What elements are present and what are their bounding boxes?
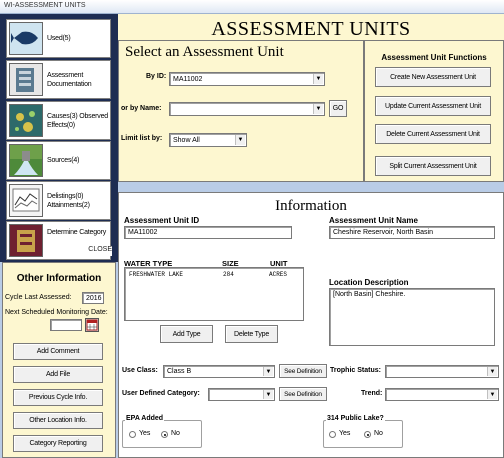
previous-cycle-info-button[interactable]: Previous Cycle Info. <box>13 389 103 406</box>
trophic-status-select[interactable]: ▼ <box>385 365 499 378</box>
limit-list-value: Show All <box>173 136 200 144</box>
add-file-button[interactable]: Add File <box>13 366 103 383</box>
select-unit-title: Select an Assessment Unit <box>125 44 284 60</box>
select-unit-panel: Select an Assessment Unit By ID: MA11002… <box>118 40 364 182</box>
epa-added-label: EPA Added <box>125 415 165 422</box>
chevron-down-icon[interactable]: ▼ <box>313 104 323 114</box>
page-title: ASSESSMENT UNITS <box>211 18 411 40</box>
next-monitoring-label: Next Scheduled Monitoring Date: <box>5 309 108 316</box>
use-class-select[interactable]: Class B ▼ <box>163 365 275 378</box>
update-unit-button[interactable]: Update Current Assessment Unit <box>375 96 491 116</box>
by-id-value: MA11002 <box>173 75 203 83</box>
au-name-field[interactable]: Cheshire Reservoir, North Basin <box>329 226 495 239</box>
by-id-label: By ID: <box>146 73 167 80</box>
other-information-title: Other Information <box>16 273 102 284</box>
other-location-info-button[interactable]: Other Location Info. <box>13 412 103 429</box>
chevron-down-icon[interactable]: ▼ <box>487 390 497 399</box>
sidebar-item-delistings[interactable]: Delistings(0) Attainments(2) <box>6 181 111 220</box>
public-lake-yes-radio[interactable] <box>329 431 336 438</box>
by-id-select[interactable]: MA11002 ▼ <box>169 72 325 86</box>
sidebar-item-causes[interactable]: Causes(3) Observed Effects(0) <box>6 101 111 140</box>
user-defined-category-label: User Defined Category: <box>122 390 200 397</box>
window-title: WI-ASSESSMENT UNITS <box>4 2 86 9</box>
sidebar-item-label: Sources(4) <box>47 157 80 164</box>
fish-icon <box>9 22 43 55</box>
document-stack-icon <box>9 63 43 96</box>
unit-cell: ACRES <box>269 271 288 278</box>
calendar-icon[interactable] <box>85 318 99 332</box>
cycle-last-assessed-label: Cycle Last Assessed: <box>5 294 72 301</box>
chart-paper-icon <box>9 184 43 217</box>
information-panel: Information Assessment Unit ID MA11002 A… <box>118 192 504 458</box>
cycle-last-assessed-field[interactable]: 2016 <box>82 292 104 304</box>
add-type-button[interactable]: Add Type <box>160 325 213 343</box>
category-reporting-button[interactable]: Category Reporting <box>13 435 103 452</box>
other-information-panel: Other Information Cycle Last Assessed: 2… <box>2 262 116 458</box>
table-row[interactable]: FRESHWATER LAKE 284 ACRES <box>125 270 303 280</box>
window-titlebar: WI-ASSESSMENT UNITS <box>0 0 504 14</box>
chevron-down-icon[interactable]: ▼ <box>263 367 273 376</box>
sidebar-nav: Used(5) Assessment Documentation Causes(… <box>0 14 118 262</box>
file-box-icon <box>9 224 43 257</box>
sidebar-item-used[interactable]: Used(5) <box>6 19 111 58</box>
chevron-down-icon[interactable]: ▼ <box>487 367 497 376</box>
location-description-label: Location Description <box>329 278 409 287</box>
au-id-field[interactable]: MA11002 <box>124 226 292 239</box>
limit-list-select[interactable]: Show All ▼ <box>169 133 247 147</box>
next-monitoring-field[interactable] <box>50 319 82 331</box>
public-lake-label: 314 Public Lake? <box>326 415 385 422</box>
trend-label: Trend: <box>361 390 383 397</box>
outfall-pipe-icon <box>9 144 43 177</box>
epa-added-no-label: No <box>171 430 180 437</box>
by-name-select[interactable]: ▼ <box>169 102 325 116</box>
epa-added-no-radio[interactable] <box>161 431 168 438</box>
epa-added-yes-label: Yes <box>139 430 151 437</box>
unit-functions-panel: Assessment Unit Functions Create New Ass… <box>364 40 504 182</box>
use-class-see-definition-button[interactable]: See Definition <box>279 364 327 378</box>
delete-unit-button[interactable]: Delete Current Assessment Unit <box>375 124 491 144</box>
sidebar-item-label: Delistings(0) Attainments(2) <box>47 193 90 209</box>
chevron-down-icon[interactable]: ▼ <box>235 135 245 145</box>
use-class-value: Class B <box>167 368 192 375</box>
split-unit-button[interactable]: Split Current Assessment Unit <box>375 156 491 176</box>
delete-type-button[interactable]: Delete Type <box>225 325 278 343</box>
microbe-icon <box>9 104 43 137</box>
size-cell: 284 <box>223 271 234 278</box>
close-button[interactable]: CLOSE <box>88 246 112 256</box>
user-defined-category-select[interactable]: ▼ <box>208 388 275 401</box>
public-lake-no-radio[interactable] <box>364 431 371 438</box>
chevron-down-icon[interactable]: ▼ <box>263 390 273 399</box>
water-type-cell: FRESHWATER LAKE <box>129 271 184 278</box>
limit-list-label: Limit list by: <box>121 135 163 142</box>
sidebar-item-label: Causes(3) Observed Effects(0) <box>47 113 108 129</box>
public-lake-no-label: No <box>374 430 383 437</box>
au-id-label: Assessment Unit ID <box>124 216 200 225</box>
au-name-label: Assessment Unit Name <box>329 216 418 225</box>
by-name-label: or by Name: <box>121 105 162 112</box>
information-title: Information <box>275 198 347 214</box>
sidebar-item-label: Assessment Documentation <box>47 72 92 88</box>
sidebar-item-sources[interactable]: Sources(4) <box>6 141 111 180</box>
create-unit-button[interactable]: Create New Assessment Unit <box>375 67 491 87</box>
unit-functions-title: Assessment Unit Functions <box>381 53 487 62</box>
trophic-status-label: Trophic Status: <box>330 367 381 374</box>
public-lake-yes-label: Yes <box>339 430 351 437</box>
location-description-field[interactable]: [North Basin] Cheshire. <box>329 288 495 346</box>
water-type-list[interactable]: FRESHWATER LAKE 284 ACRES <box>124 267 304 321</box>
trend-select[interactable]: ▼ <box>385 388 499 401</box>
sidebar-item-label: Determine Category <box>47 229 107 236</box>
chevron-down-icon[interactable]: ▼ <box>313 74 323 84</box>
epa-added-yes-radio[interactable] <box>129 431 136 438</box>
sidebar-item-documentation[interactable]: Assessment Documentation <box>6 60 111 99</box>
go-button[interactable]: GO <box>329 100 347 117</box>
add-comment-button[interactable]: Add Comment <box>13 343 103 360</box>
user-category-see-definition-button[interactable]: See Definition <box>279 387 327 401</box>
sidebar-item-label: Used(5) <box>47 35 71 42</box>
use-class-label: Use Class: <box>122 367 158 374</box>
